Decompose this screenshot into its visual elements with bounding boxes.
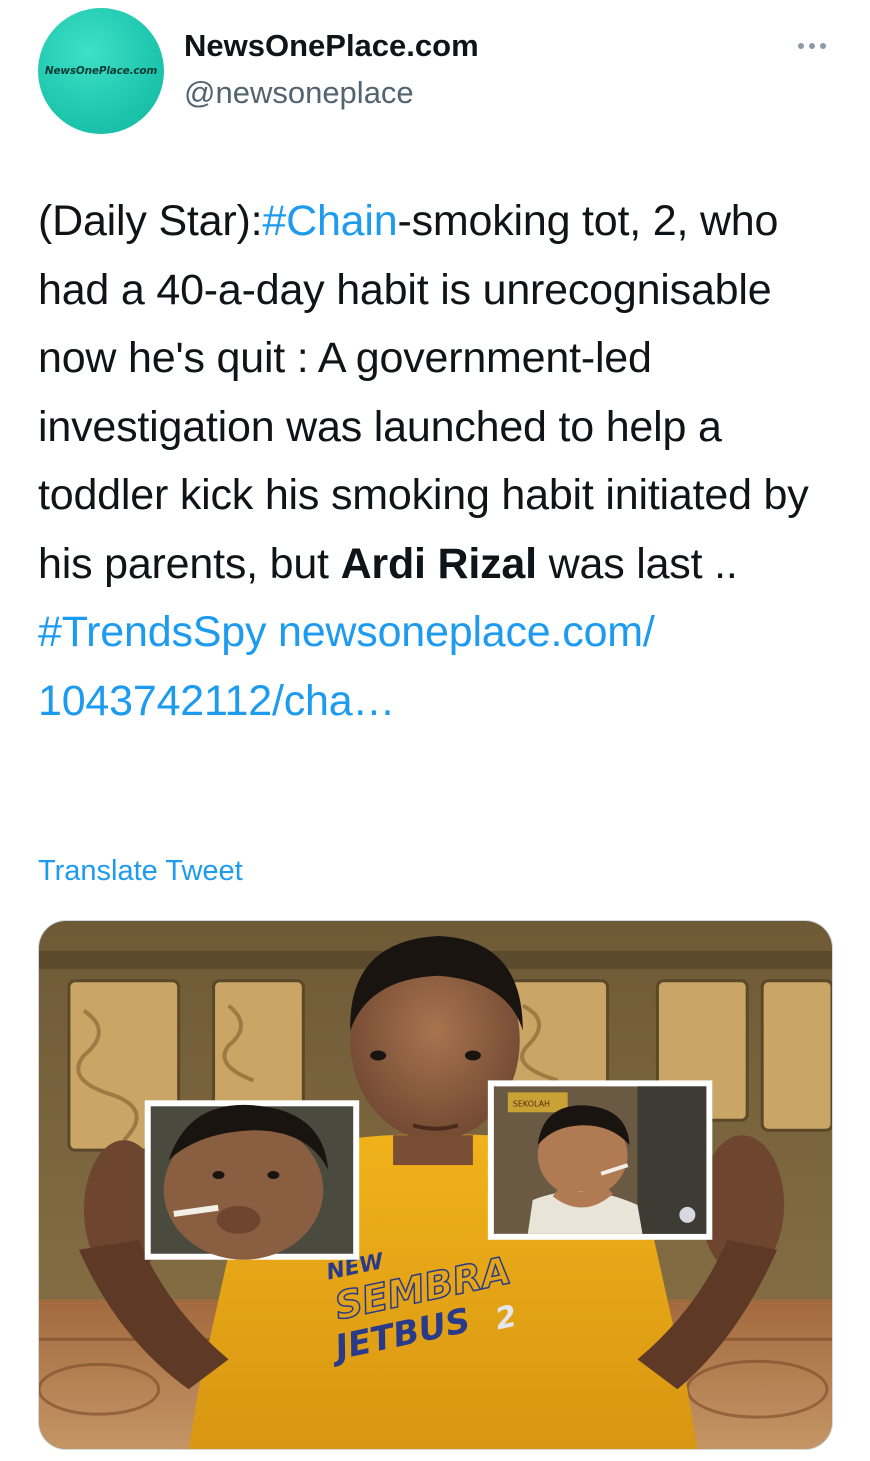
hashtag-link[interactable]: #TrendsSpy — [38, 608, 266, 656]
held-photo-right: SEKOLAH — [487, 1080, 713, 1240]
held-photo-left — [144, 1100, 360, 1260]
display-name[interactable]: NewsOnePlace.com — [184, 28, 479, 64]
translate-tweet-link[interactable]: Translate Tweet — [38, 855, 243, 888]
photo-illustration: NEW SEMBRA JETBUS 2 SEKOLAH — [39, 921, 832, 1449]
ellipsis-icon — [809, 43, 815, 49]
avatar[interactable]: NewsOnePlace.com — [38, 8, 164, 134]
tweet-media-photo[interactable]: NEW SEMBRA JETBUS 2 SEKOLAH — [38, 920, 833, 1450]
user-handle[interactable]: @newsoneplace — [184, 75, 414, 111]
photo-sign-text: SEKOLAH — [513, 1099, 550, 1108]
ellipsis-icon — [820, 43, 826, 49]
ellipsis-icon — [798, 43, 804, 49]
tweet-text-segment: -smoking tot, 2, who had a 40-a-day habi… — [38, 197, 809, 588]
tweet-text-segment: was last .. — [536, 539, 738, 588]
more-options-button[interactable] — [790, 32, 834, 60]
hashtag-link[interactable]: #Chain — [262, 197, 397, 245]
tweet-bold-name: Ardi Rizal — [340, 539, 538, 588]
tweet-text-segment: (Daily Star): — [38, 197, 263, 245]
avatar-logo-text: NewsOnePlace.com — [44, 65, 158, 77]
tweet-text: (Daily Star):#Chain-smoking tot, 2, who … — [38, 187, 848, 735]
